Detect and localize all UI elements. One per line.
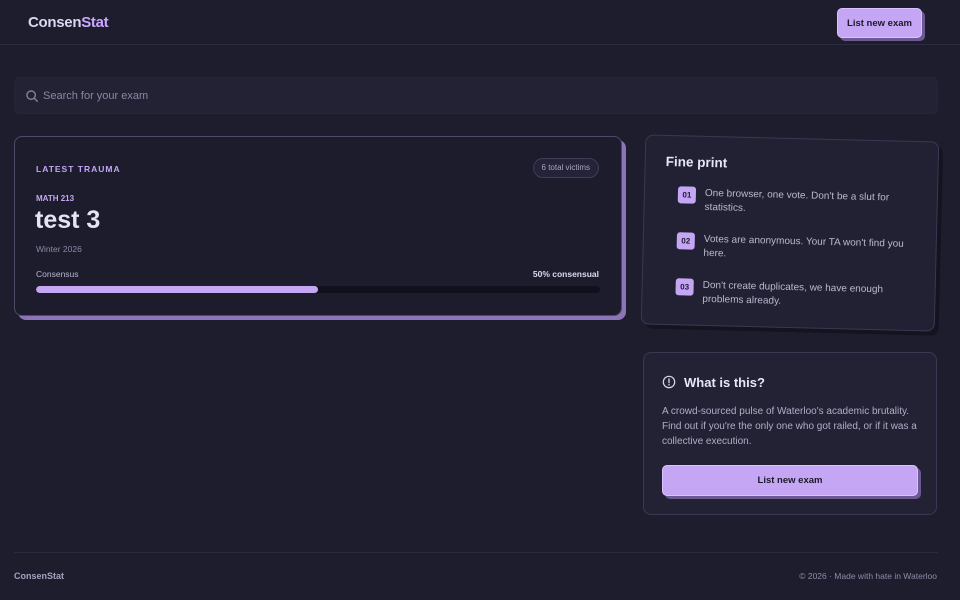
fine-print-text: Votes are anonymous. Your TA won't find … — [703, 233, 904, 260]
footer-copyright: © 2026 · Made with hate in Waterloo — [799, 571, 937, 581]
fine-print-item: 03 Don't create duplicates, we have enou… — [675, 278, 906, 307]
logo-main-text: Consen — [28, 14, 82, 31]
fine-print-item: 01 One browser, one vote. Don't be a slu… — [677, 186, 908, 214]
fine-print-number: 02 — [676, 232, 695, 250]
logo-accent-text: Stat — [81, 14, 109, 31]
exam-term: Winter 2026 — [36, 244, 82, 254]
consensus-progress-bar — [36, 286, 600, 293]
fine-print-text: One browser, one vote. Don't be a slut f… — [704, 187, 890, 214]
card-eyebrow: LATEST TRAUMA — [36, 164, 121, 174]
what-is-this-title: What is this? — [684, 375, 765, 390]
victims-badge: 6 total victims — [532, 158, 599, 178]
search-bar[interactable] — [14, 77, 938, 114]
search-input[interactable] — [43, 78, 923, 114]
footer-logo: ConsenStat — [14, 571, 65, 581]
consensus-progress-fill — [36, 286, 318, 293]
consensus-label: Consensus — [36, 269, 79, 279]
list-new-exam-button[interactable]: List new exam — [837, 8, 922, 38]
fine-print-number: 01 — [677, 186, 697, 204]
fine-print-text: Don't create duplicates, we have enough … — [702, 279, 884, 307]
latest-exam-card[interactable]: LATEST TRAUMA 6 total victims MATH 213 t… — [14, 136, 622, 316]
list-new-exam-cta-button[interactable]: List new exam — [662, 465, 918, 496]
footer-divider — [14, 552, 938, 553]
top-bar: ConsenStat List new exam — [0, 0, 960, 45]
course-code: MATH 213 — [36, 194, 75, 203]
fine-print-number: 03 — [675, 278, 694, 296]
info-circle-icon — [662, 375, 676, 389]
consensus-percentage: 50% consensual — [532, 269, 599, 279]
what-is-this-description: A crowd-sourced pulse of Waterloo's acad… — [662, 406, 917, 447]
search-icon — [26, 90, 38, 102]
exam-title: test 3 — [35, 206, 101, 234]
app-logo[interactable]: ConsenStat — [28, 14, 109, 31]
fine-print-card: Fine print 01 One browser, one vote. Don… — [640, 134, 940, 332]
fine-print-item: 02 Votes are anonymous. Your TA won't fi… — [676, 232, 907, 259]
what-is-this-card: What is this? A crowd-sourced pulse of W… — [643, 352, 937, 515]
fine-print-title: Fine print — [665, 153, 728, 171]
